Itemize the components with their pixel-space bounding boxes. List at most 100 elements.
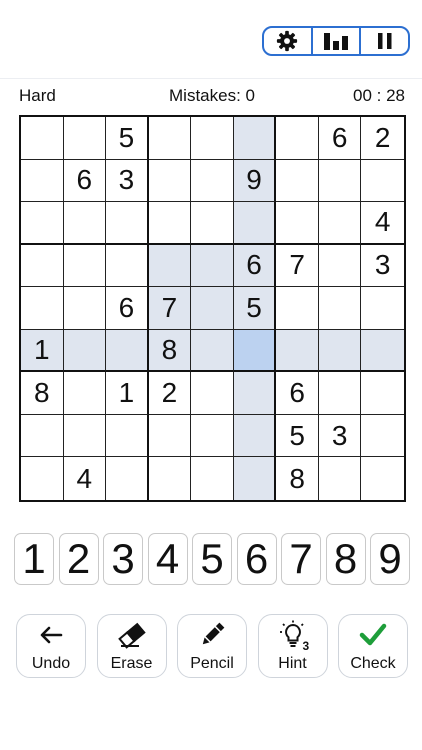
cell-r3-c2[interactable] [63, 202, 107, 245]
cell-r9-c9[interactable] [361, 457, 404, 500]
number-key-9[interactable]: 9 [370, 533, 410, 585]
settings-button[interactable] [264, 28, 311, 54]
cell-r4-c3[interactable] [106, 244, 149, 288]
cell-r9-c7[interactable]: 8 [276, 457, 319, 500]
cell-r4-c9[interactable]: 3 [361, 245, 404, 288]
cell-r2-c7[interactable] [276, 159, 319, 203]
statistics-button[interactable] [310, 28, 360, 54]
cell-r1-c2[interactable] [63, 117, 107, 160]
erase-button[interactable]: Erase [96, 614, 167, 678]
cell-r4-c4[interactable] [148, 244, 192, 288]
cell-r5-c3[interactable]: 6 [106, 287, 149, 330]
cell-r3-c6[interactable] [233, 202, 277, 245]
cell-r1-c5[interactable] [191, 117, 234, 160]
number-key-6[interactable]: 6 [236, 533, 277, 585]
cell-r7-c6[interactable] [233, 372, 277, 415]
cell-r4-c2[interactable] [63, 244, 107, 288]
cell-r3-c3[interactable] [106, 202, 149, 245]
cell-r9-c2[interactable]: 4 [64, 457, 107, 500]
cell-r2-c9[interactable] [361, 160, 404, 203]
cell-r7-c1[interactable]: 8 [21, 372, 64, 415]
cell-r1-c3[interactable]: 5 [106, 117, 149, 160]
cell-r3-c9[interactable]: 4 [361, 202, 404, 245]
cell-r4-c8[interactable] [318, 244, 362, 288]
cell-r8-c2[interactable] [63, 414, 107, 458]
cell-r9-c5[interactable] [191, 457, 234, 500]
cell-r9-c8[interactable] [319, 457, 362, 500]
number-key-2[interactable]: 2 [58, 533, 99, 585]
cell-r1-c7[interactable] [276, 117, 319, 160]
check-button[interactable]: Check [338, 614, 408, 678]
hint-button[interactable]: 3 Hint [257, 614, 328, 678]
cell-r5-c6[interactable]: 5 [233, 287, 277, 330]
cell-r3-c8[interactable] [318, 202, 362, 245]
cell-r9-c1[interactable] [21, 457, 64, 500]
cell-r8-c7[interactable]: 5 [276, 414, 319, 458]
cell-r6-c9[interactable] [361, 329, 404, 373]
cell-r8-c4[interactable] [148, 414, 192, 458]
cell-r1-c4[interactable] [148, 117, 192, 160]
pause-button[interactable] [359, 28, 408, 54]
number-key-8[interactable]: 8 [325, 533, 366, 585]
number-key-1[interactable]: 1 [14, 533, 54, 585]
cell-r7-c9[interactable] [361, 372, 404, 415]
cell-r5-c4[interactable]: 7 [148, 287, 192, 330]
pencil-button[interactable]: Pencil [177, 614, 247, 678]
cell-r6-c1[interactable]: 1 [21, 329, 64, 373]
cell-r6-c2[interactable] [63, 329, 107, 373]
cell-r4-c7[interactable]: 7 [276, 244, 319, 288]
cell-r7-c3[interactable]: 1 [106, 372, 149, 415]
cell-r5-c7[interactable] [276, 287, 319, 330]
cell-r6-c6[interactable] [233, 329, 277, 373]
cell-r1-c6[interactable] [233, 117, 277, 160]
cell-r9-c4[interactable] [149, 457, 192, 500]
cell-r7-c7[interactable]: 6 [276, 372, 319, 415]
cell-r3-c7[interactable] [276, 202, 319, 245]
cell-r7-c2[interactable] [63, 372, 107, 415]
cell-r6-c8[interactable] [318, 329, 362, 373]
cell-r8-c3[interactable] [106, 414, 149, 458]
cell-r8-c8[interactable]: 3 [318, 414, 362, 458]
cell-r6-c4[interactable]: 8 [148, 329, 192, 373]
cell-r2-c1[interactable] [21, 159, 64, 203]
cell-r3-c5[interactable] [191, 202, 234, 245]
number-key-4[interactable]: 4 [147, 533, 188, 585]
number-key-7[interactable]: 7 [281, 533, 321, 585]
cell-r6-c3[interactable] [106, 329, 149, 373]
cell-r3-c4[interactable] [148, 202, 192, 245]
number-key-3[interactable]: 3 [103, 533, 143, 585]
cell-r3-c1[interactable] [21, 202, 64, 245]
cell-r9-c6[interactable] [233, 457, 277, 500]
cell-r1-c9[interactable]: 2 [361, 117, 404, 160]
undo-button[interactable]: Undo [16, 614, 86, 678]
cell-r7-c5[interactable] [191, 372, 234, 415]
cell-r6-c5[interactable] [191, 329, 234, 373]
cell-r2-c2[interactable]: 6 [63, 159, 107, 203]
cell-r8-c6[interactable] [233, 414, 277, 458]
cell-r2-c6[interactable]: 9 [233, 159, 277, 203]
cell-r8-c9[interactable] [361, 415, 404, 458]
checkmark-icon [359, 623, 387, 646]
cell-r4-c6[interactable]: 6 [233, 244, 277, 288]
cell-r5-c1[interactable] [21, 287, 64, 330]
cell-r8-c5[interactable] [191, 414, 234, 458]
cell-r2-c5[interactable] [191, 159, 234, 203]
cell-r2-c8[interactable] [318, 159, 362, 203]
cell-r5-c9[interactable] [361, 287, 404, 330]
cell-r2-c4[interactable] [148, 159, 192, 203]
cell-r7-c4[interactable]: 2 [148, 372, 192, 415]
cell-r1-c8[interactable]: 6 [318, 117, 362, 160]
check-label: Check [350, 655, 396, 672]
cell-r1-c1[interactable] [21, 117, 64, 160]
cell-r2-c3[interactable]: 3 [106, 159, 149, 203]
cell-r4-c5[interactable] [191, 244, 234, 288]
cell-r9-c3[interactable] [106, 457, 149, 500]
cell-r4-c1[interactable] [21, 244, 64, 288]
cell-r8-c1[interactable] [21, 414, 64, 458]
cell-r5-c8[interactable] [318, 287, 362, 330]
cell-r7-c8[interactable] [318, 372, 362, 415]
cell-r6-c7[interactable] [276, 329, 319, 373]
cell-r5-c5[interactable] [191, 287, 234, 330]
number-key-5[interactable]: 5 [192, 533, 232, 585]
cell-r5-c2[interactable] [63, 287, 107, 330]
